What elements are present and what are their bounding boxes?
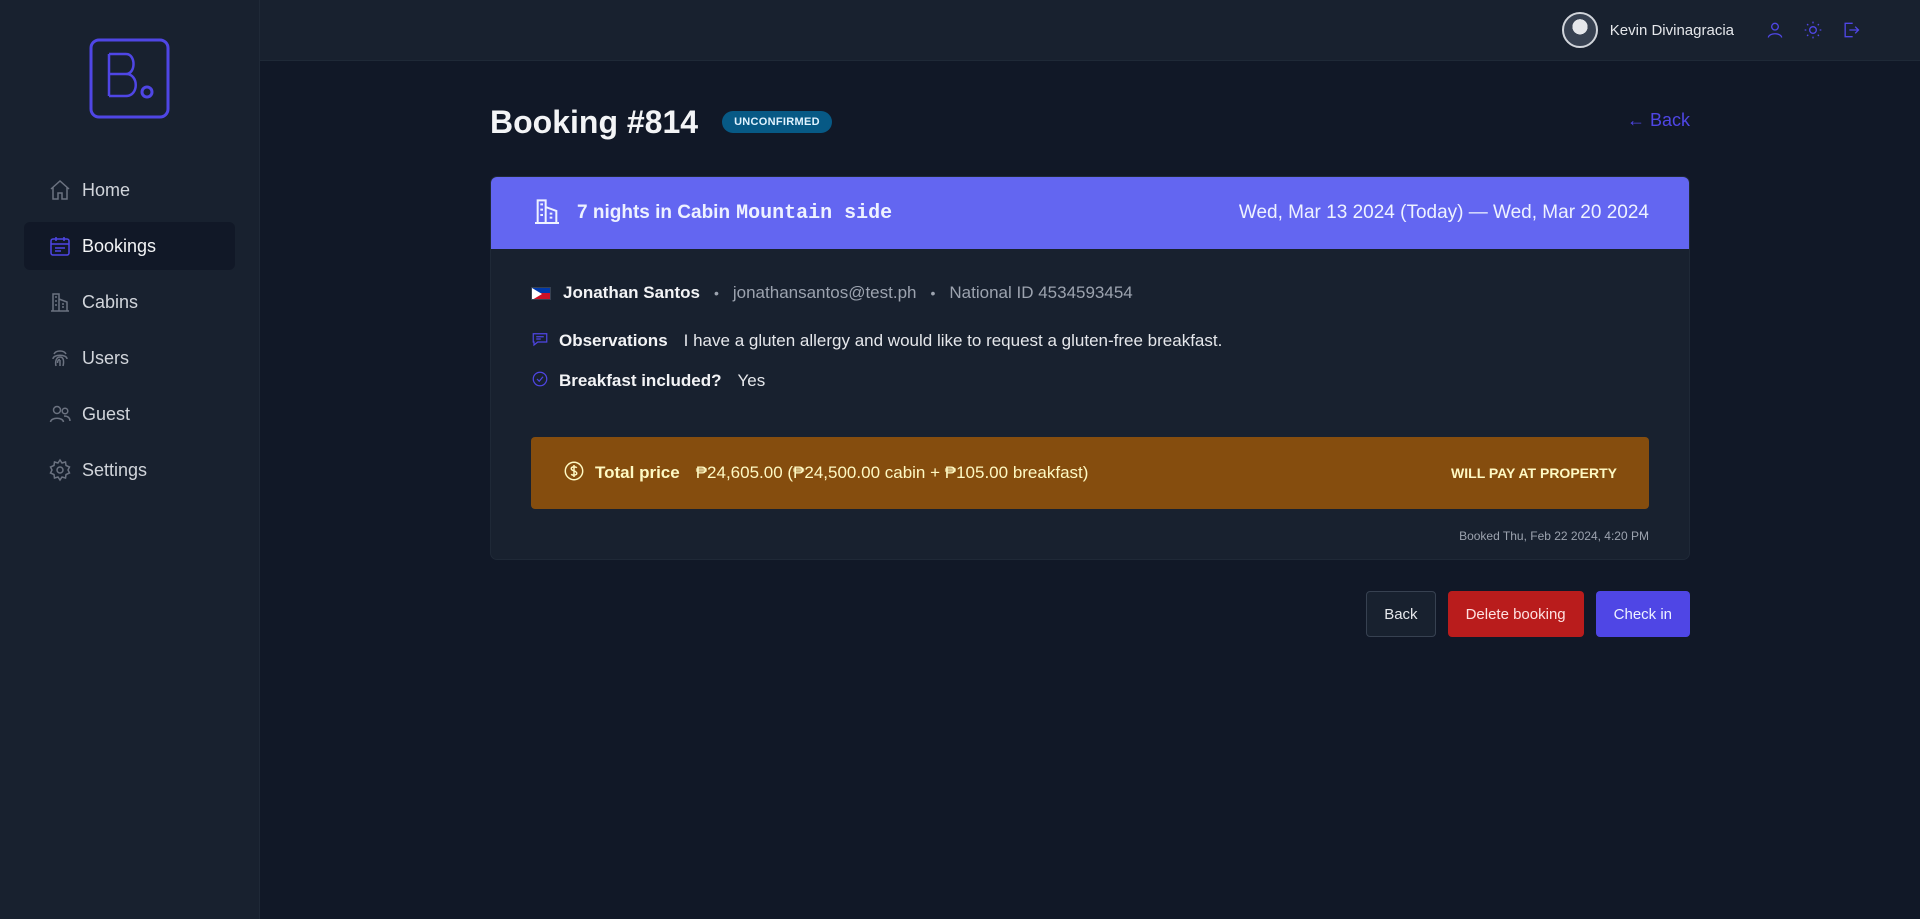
title-row: Booking #814 unconfirmed — [490, 100, 1690, 144]
users-icon — [48, 402, 72, 426]
main-nav: Home Bookings Cabins Users Guest Setting… — [24, 166, 235, 502]
guest-national-id: National ID 4534593454 — [949, 283, 1133, 302]
calendar-icon — [48, 234, 72, 258]
guest-row: Jonathan Santos • jonathansantos@test.ph… — [531, 281, 1649, 305]
sidebar-item-cabins[interactable]: Cabins — [24, 278, 235, 326]
breakfast-row: Breakfast included? Yes — [531, 369, 1649, 393]
total-price-value: ₱24,605.00 (₱24,500.00 cabin + ₱105.00 b… — [695, 463, 1089, 482]
booked-at: Booked Thu, Feb 22 2024, 4:20 PM — [1459, 529, 1649, 543]
action-buttons: Back Delete booking Check in — [1366, 591, 1690, 637]
gear-icon — [48, 458, 72, 482]
sidebar: Home Bookings Cabins Users Guest Setting… — [0, 0, 260, 919]
separator-dot: • — [713, 285, 719, 301]
payment-status: Will pay at property — [1451, 465, 1617, 481]
back-button[interactable]: Back — [1366, 591, 1436, 637]
building-icon — [48, 290, 72, 314]
price-box: Total price ₱24,605.00 (₱24,500.00 cabin… — [531, 437, 1649, 509]
building-icon — [531, 195, 563, 232]
booking-card-header: 7 nights in Cabin Mountain side Wed, Mar… — [491, 177, 1689, 249]
sidebar-item-label: Bookings — [82, 235, 157, 256]
philippines-flag-icon — [531, 286, 551, 300]
nights-text: 7 nights in Cabin — [577, 202, 731, 223]
check-in-button[interactable]: Check in — [1595, 591, 1690, 637]
logo-icon — [89, 38, 170, 119]
breakfast-value: Yes — [737, 371, 766, 390]
sidebar-item-label: Guest — [82, 403, 131, 424]
sidebar-item-settings[interactable]: Settings — [24, 446, 235, 494]
delete-booking-button[interactable]: Delete booking — [1447, 591, 1584, 637]
dollar-circle-icon — [563, 460, 585, 487]
sidebar-item-label: Users — [82, 347, 130, 368]
chat-icon — [531, 330, 549, 353]
observations-text: I have a gluten allergy and would like t… — [683, 331, 1223, 350]
user-name: Kevin Divinagracia — [1609, 21, 1734, 39]
observations-row: Observations I have a gluten allergy and… — [531, 329, 1649, 353]
sun-icon[interactable] — [1794, 11, 1832, 49]
guest-name: Jonathan Santos — [563, 283, 700, 302]
booking-dates: Wed, Mar 13 2024 (Today) — Wed, Mar 20 2… — [1238, 202, 1649, 223]
fingerprint-icon — [48, 346, 72, 370]
breakfast-label: Breakfast included? — [559, 371, 722, 390]
booking-card-body: Jonathan Santos • jonathansantos@test.ph… — [491, 249, 1689, 559]
booking-card: 7 nights in Cabin Mountain side Wed, Mar… — [490, 176, 1690, 560]
home-icon — [48, 178, 72, 202]
avatar — [1561, 12, 1598, 48]
separator-dot: • — [930, 285, 936, 301]
sidebar-item-label: Home — [82, 179, 131, 200]
observations-label: Observations — [559, 331, 668, 350]
guest-email: jonathansantos@test.ph — [732, 283, 917, 302]
account-icon[interactable] — [1756, 11, 1794, 49]
sidebar-item-bookings[interactable]: Bookings — [24, 222, 235, 270]
booking-detail: Booking #814 unconfirmed ← Back 7 nights… — [490, 100, 1690, 637]
top-header: Kevin Divinagracia — [260, 0, 1920, 61]
logout-icon[interactable] — [1832, 11, 1870, 49]
total-price-label: Total price — [595, 463, 680, 482]
sidebar-item-label: Settings — [82, 459, 148, 480]
logo[interactable] — [89, 38, 170, 119]
check-circle-icon — [531, 370, 549, 393]
sidebar-item-users[interactable]: Users — [24, 334, 235, 382]
sidebar-item-label: Cabins — [82, 291, 139, 312]
status-badge: unconfirmed — [722, 111, 832, 133]
page-title: Booking #814 — [490, 103, 699, 140]
sidebar-item-guest[interactable]: Guest — [24, 390, 235, 438]
back-link[interactable]: ← Back — [1627, 110, 1690, 131]
sidebar-item-home[interactable]: Home — [24, 166, 235, 214]
cabin-name: Mountain side — [736, 201, 893, 225]
